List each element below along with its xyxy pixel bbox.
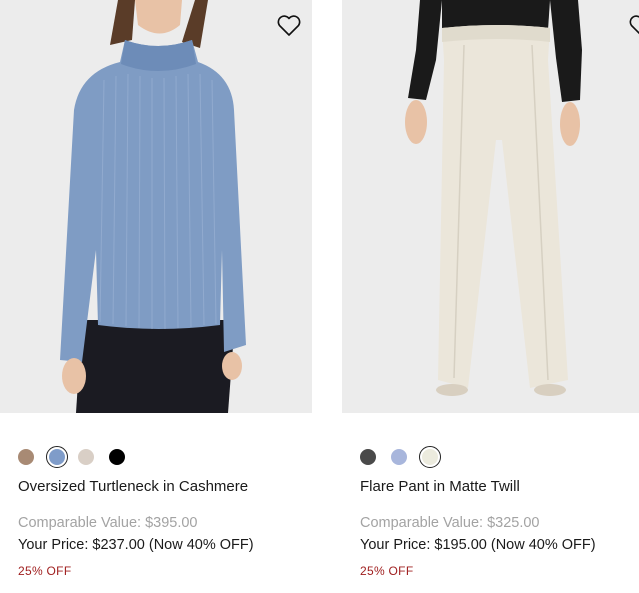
- color-swatch[interactable]: [360, 449, 376, 465]
- product-image[interactable]: [0, 0, 312, 413]
- heart-icon[interactable]: [628, 14, 639, 38]
- product-name[interactable]: Oversized Turtleneck in Cashmere: [18, 478, 248, 495]
- pants-illustration: [405, 0, 582, 396]
- color-swatch[interactable]: [419, 446, 441, 468]
- color-swatch[interactable]: [78, 449, 94, 465]
- product-card[interactable]: Oversized Turtleneck in Cashmere Compara…: [0, 0, 312, 578]
- color-swatch[interactable]: [46, 446, 68, 468]
- product-card[interactable]: Flare Pant in Matte Twill Comparable Val…: [342, 0, 639, 578]
- comparable-value: Comparable Value: $325.00: [360, 515, 540, 531]
- discount-badge: 25% OFF: [360, 564, 414, 578]
- color-swatch[interactable]: [391, 449, 407, 465]
- your-price: Your Price: $237.00 (Now 40% OFF): [18, 537, 254, 553]
- product-name[interactable]: Flare Pant in Matte Twill: [360, 478, 520, 495]
- heart-icon[interactable]: [276, 14, 302, 38]
- color-swatches: [360, 446, 451, 468]
- color-swatch[interactable]: [18, 449, 34, 465]
- discount-badge: 25% OFF: [18, 564, 72, 578]
- comparable-value: Comparable Value: $395.00: [18, 515, 198, 531]
- color-swatch[interactable]: [109, 449, 125, 465]
- product-image[interactable]: [342, 0, 639, 413]
- turtleneck-illustration: [60, 0, 246, 413]
- your-price: Your Price: $195.00 (Now 40% OFF): [360, 537, 596, 553]
- color-swatches: [18, 446, 140, 468]
